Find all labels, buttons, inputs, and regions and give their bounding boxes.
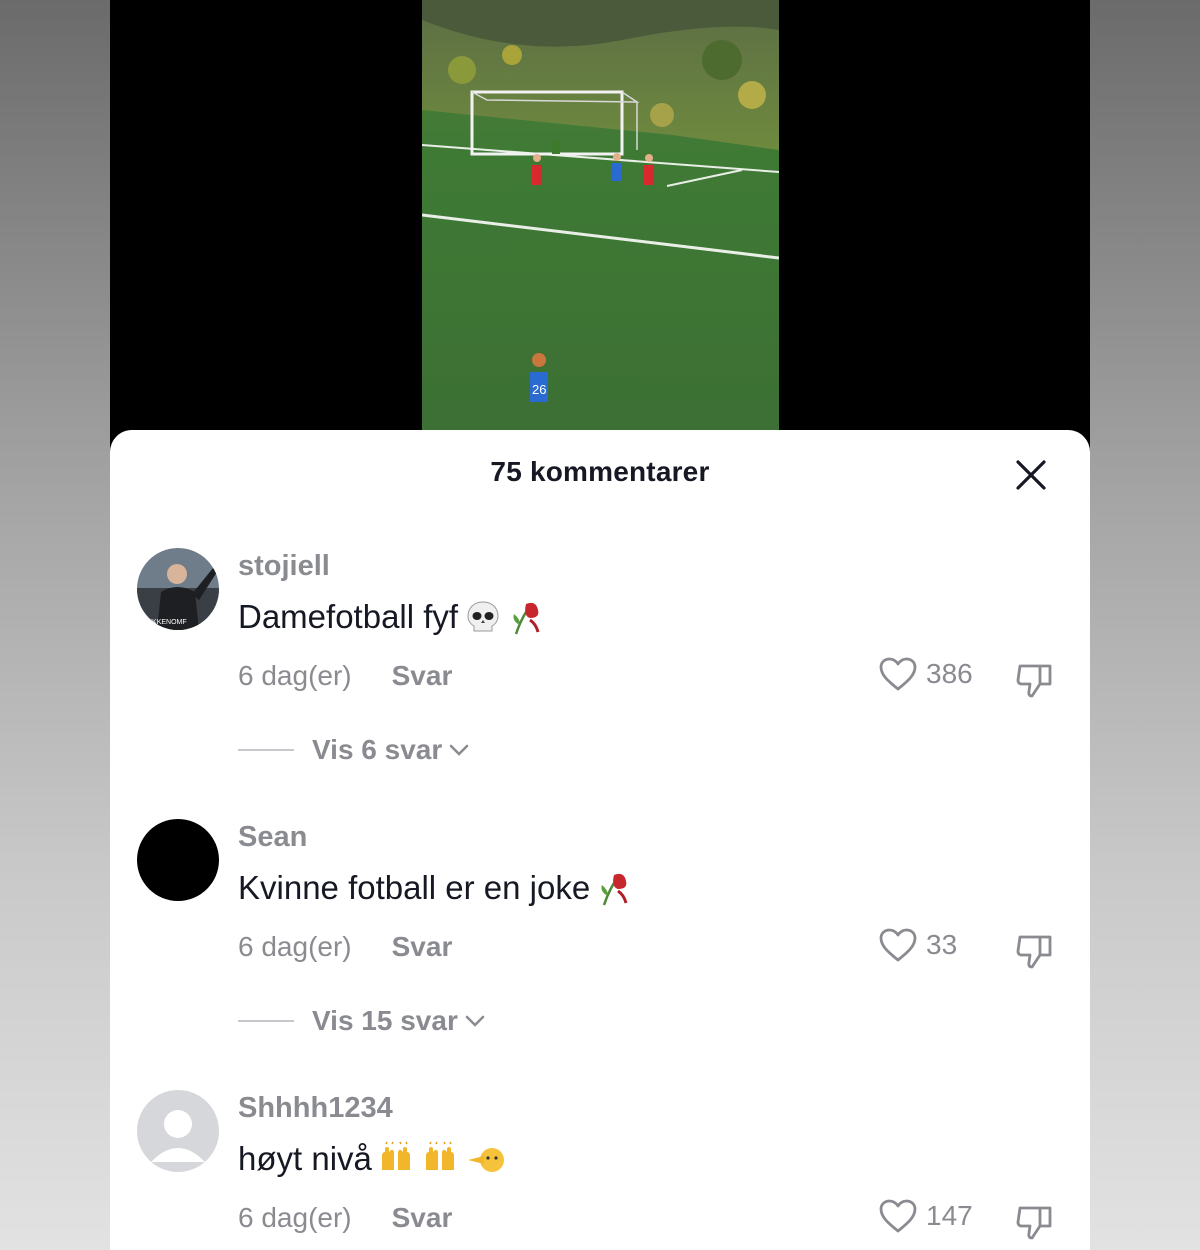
thumbs-down-icon [1016, 664, 1052, 698]
view-replies-label: Vis 6 svar [312, 734, 443, 765]
avatar[interactable] [137, 819, 219, 901]
close-button[interactable] [1014, 458, 1048, 492]
comment-body: Damefotball fyf [238, 598, 459, 635]
like-button[interactable]: 386 [878, 656, 973, 692]
comment-username[interactable]: Sean [238, 821, 307, 854]
view-replies-button[interactable]: Vis 6 svar [238, 734, 470, 766]
comments-title: 75 kommentarer [490, 456, 710, 487]
comments-sheet: 75 kommentarer UKKENOMF stojiell Damefot… [110, 430, 1090, 1250]
dislike-button[interactable] [1014, 1200, 1056, 1242]
raising-hands-emoji [381, 1141, 410, 1170]
thumbs-down-icon [1016, 1206, 1052, 1240]
chevron-down-icon [450, 744, 469, 756]
heart-icon [879, 1199, 917, 1233]
comment-text: Damefotball fyf [238, 598, 546, 636]
jersey-number: 26 [532, 382, 546, 397]
close-icon [1016, 460, 1046, 490]
dislike-button[interactable] [1014, 658, 1056, 700]
reply-button[interactable]: Svar [392, 660, 453, 692]
like-button[interactable]: 33 [878, 927, 957, 963]
raising-hands-emoji [425, 1141, 454, 1170]
avatar[interactable]: UKKENOMF [137, 548, 219, 630]
reply-button[interactable]: Svar [392, 1202, 453, 1234]
like-count: 386 [926, 658, 973, 689]
replies-divider [238, 749, 294, 751]
background-left [0, 0, 110, 1250]
wilted-rose-emoji [601, 873, 628, 906]
phone-screen: 26 75 kommentarer UKKENOMF stojiell Dame… [110, 0, 1090, 1250]
video-frame: 26 [422, 0, 779, 440]
view-replies-button[interactable]: Vis 15 svar [238, 1005, 486, 1037]
dislike-button[interactable] [1014, 929, 1056, 971]
comment-body: høyt nivå [238, 1140, 372, 1177]
heart-icon [879, 657, 917, 691]
heart-icon [879, 928, 917, 962]
comment-username[interactable]: Shhhh1234 [238, 1092, 393, 1125]
background-right [1090, 0, 1200, 1250]
view-replies-label: Vis 15 svar [312, 1005, 458, 1036]
like-button[interactable]: 147 [878, 1198, 973, 1234]
comment-text: Kvinne fotball er en joke [238, 869, 634, 907]
comment-meta: 6 dag(er) Svar [238, 660, 452, 692]
thumbs-down-icon [1016, 935, 1052, 969]
video-player[interactable]: 26 [422, 0, 779, 440]
comment-body: Kvinne fotball er en joke [238, 869, 591, 906]
default-avatar-icon [151, 1110, 205, 1162]
comment-meta: 6 dag(er) Svar [238, 1202, 452, 1234]
pointing-left-emoji [467, 1148, 504, 1172]
like-count: 33 [926, 929, 958, 960]
like-count: 147 [926, 1200, 973, 1231]
comment-time: 6 dag(er) [238, 1202, 352, 1233]
reply-button[interactable]: Svar [392, 931, 453, 963]
chevron-down-icon [465, 1015, 485, 1027]
comment-text: høyt nivå [238, 1140, 504, 1178]
comment-meta: 6 dag(er) Svar [238, 931, 452, 963]
avatar[interactable] [137, 1090, 219, 1172]
wilted-rose-emoji [513, 602, 540, 635]
skull-emoji [467, 601, 499, 632]
avatar-caption: UKKENOMF [147, 619, 187, 626]
comment-username[interactable]: stojiell [238, 550, 330, 583]
comment-time: 6 dag(er) [238, 931, 352, 962]
replies-divider [238, 1020, 294, 1022]
comment-time: 6 dag(er) [238, 660, 352, 691]
